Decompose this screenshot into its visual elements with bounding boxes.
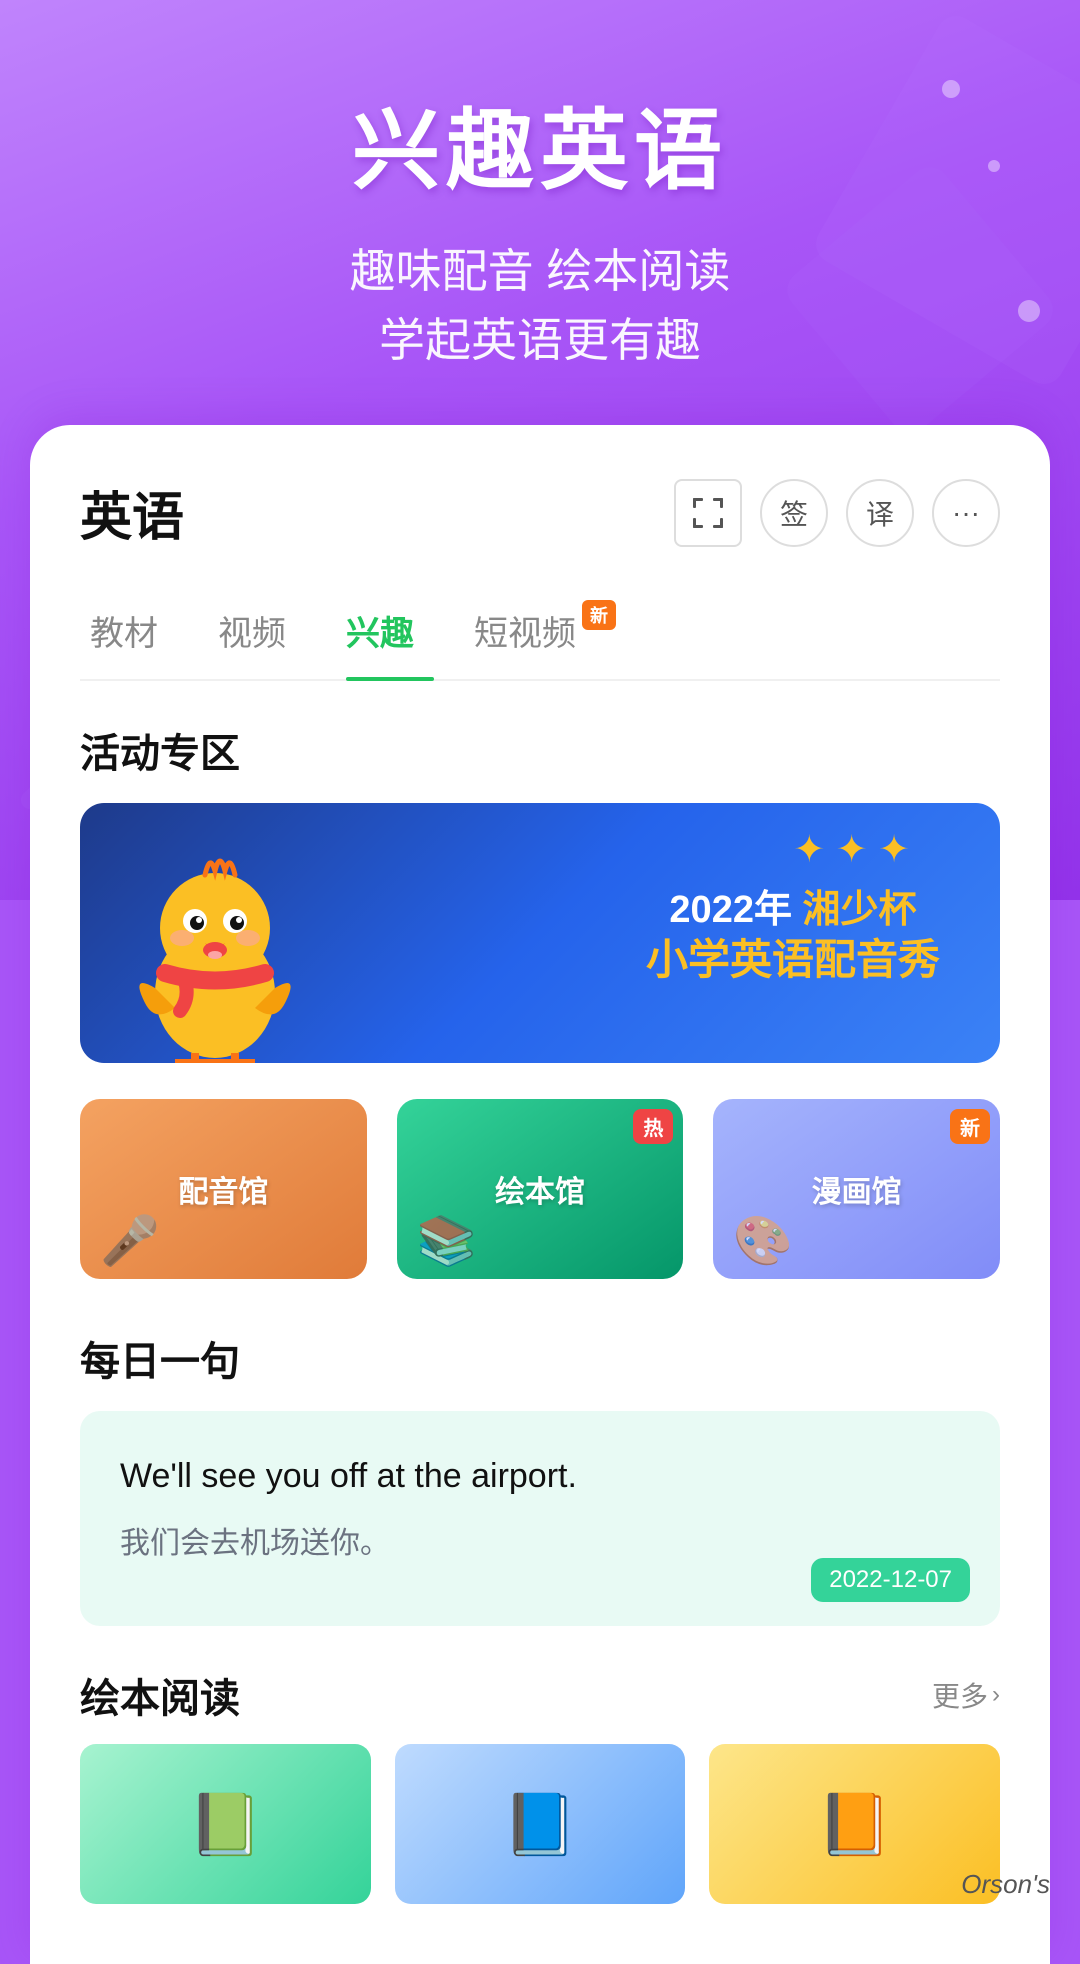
activity-banner[interactable]: ✦ ✦ ✦ 2022年 湘少杯 小学英语配音秀 [80,803,1000,1063]
feature-manga-badge: 新 [950,1109,990,1144]
banner-stars-icon: ✦ ✦ ✦ [793,827,910,872]
daily-english-text: We'll see you off at the airport. [120,1451,960,1502]
sign-icon: 签 [780,493,808,533]
short-video-badge: 新 [582,600,616,630]
hero-section: 兴趣英语 趣味配音 绘本阅读 学起英语更有趣 [0,0,1080,425]
book-3-icon: 📙 [817,1789,892,1860]
book-item-3[interactable]: 📙 [709,1744,1000,1904]
picture-books-header: 绘本阅读 更多 › [80,1666,1000,1724]
banner-cup: 湘少杯 [803,889,917,931]
tab-video[interactable]: 视频 [208,590,336,679]
translate-icon: 译 [866,493,894,533]
book-row: 📗 📘 📙 [80,1744,1000,1904]
tab-interest[interactable]: 兴趣 [336,590,464,679]
feature-picturebook-badge: 热 [633,1109,673,1144]
feature-dubbing[interactable]: 🎤 配音馆 [80,1099,367,1279]
daily-box[interactable]: We'll see you off at the airport. 我们会去机场… [80,1411,1000,1626]
book-1-icon: 📗 [188,1789,263,1860]
picture-books-section: 绘本阅读 更多 › 📗 📘 📙 [80,1666,1000,1904]
mic-icon: 🎤 [100,1212,160,1269]
activity-section-title: 活动专区 [80,721,1000,779]
feature-picturebook[interactable]: 热 📚 绘本馆 [397,1099,684,1279]
picture-books-title: 绘本阅读 [80,1666,240,1724]
tab-textbook[interactable]: 教材 [80,590,208,679]
book-item-2[interactable]: 📘 [395,1744,686,1904]
main-card: 英语 签 译 ·· [30,425,1050,1964]
daily-section: 每日一句 We'll see you off at the airport. 我… [80,1329,1000,1626]
paint-icon: 🎨 [733,1212,793,1269]
book-item-1[interactable]: 📗 [80,1744,371,1904]
card-title: 英语 [80,475,184,550]
feature-manga-label: 漫画馆 [812,1167,902,1211]
hero-subtitle-line2: 学起英语更有趣 [379,314,701,366]
hero-title: 兴趣英语 [0,80,1080,207]
tab-bar: 教材 视频 兴趣 短视频 新 [80,590,1000,681]
daily-section-title: 每日一句 [80,1329,1000,1387]
feature-dubbing-label: 配音馆 [178,1167,268,1211]
daily-date-badge: 2022-12-07 [811,1558,970,1602]
banner-subtitle: 小学英语配音秀 [646,933,940,988]
card-header: 英语 签 译 ·· [80,475,1000,550]
banner-chick-icon [120,843,310,1063]
more-button[interactable]: ··· [932,479,1000,547]
hero-subtitle-line1: 趣味配音 绘本阅读 [350,245,731,297]
feature-picturebook-label: 绘本馆 [495,1167,585,1211]
banner-year: 2022年 湘少杯 [646,878,940,933]
feature-cards-row: 🎤 配音馆 热 📚 绘本馆 新 🎨 漫画馆 [80,1099,1000,1279]
tab-short-video[interactable]: 短视频 新 [464,590,626,679]
chevron-right-icon: › [992,1681,1000,1709]
ellipsis-icon: ··· [952,497,980,529]
sign-button[interactable]: 签 [760,479,828,547]
book-icon: 📚 [417,1212,477,1269]
feature-manga[interactable]: 新 🎨 漫画馆 [713,1099,1000,1279]
orson-watermark: Orson's [961,1869,1050,1900]
banner-text-block: 2022年 湘少杯 小学英语配音秀 [646,878,940,988]
picture-books-more[interactable]: 更多 › [932,1675,1000,1715]
hero-subtitle: 趣味配音 绘本阅读 学起英语更有趣 [0,237,1080,375]
translate-button[interactable]: 译 [846,479,914,547]
scan-button[interactable] [674,479,742,547]
card-icons: 签 译 ··· [674,479,1000,547]
book-2-icon: 📘 [503,1789,578,1860]
daily-chinese-text: 我们会去机场送你。 [120,1518,960,1562]
